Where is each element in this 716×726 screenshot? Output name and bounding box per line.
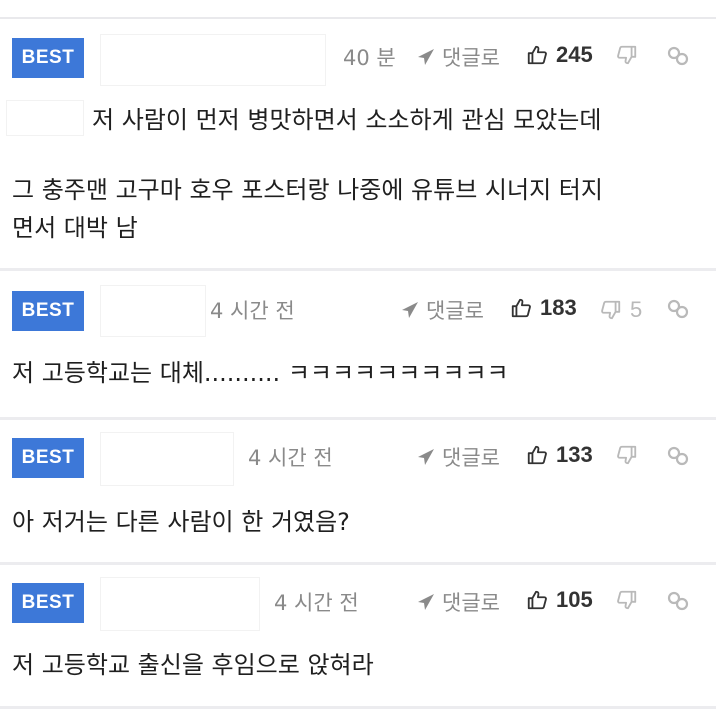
- link-icon[interactable]: [666, 444, 690, 468]
- link-icon[interactable]: [666, 297, 690, 321]
- comment-time: 4 시간 전: [248, 446, 333, 470]
- comment-text-line: 그 충주맨 고구마 호우 포스터랑 나중에 유튜브 시너지 터지: [12, 176, 603, 204]
- like-count: 133: [556, 442, 593, 467]
- best-badge: BEST: [12, 291, 84, 331]
- reply-label: 댓글로: [442, 46, 500, 70]
- reply-label: 댓글로: [442, 591, 500, 615]
- dislike-button[interactable]: [616, 444, 646, 466]
- reply-arrow-icon: [418, 594, 434, 610]
- author-name-redacted: [100, 432, 234, 486]
- thumbs-down-icon: [617, 445, 637, 465]
- like-button[interactable]: 133: [526, 442, 593, 468]
- comment-item: BEST 4 시간 전 댓글로 183 5 저 고등학교는 대체........…: [0, 271, 716, 417]
- comment-time: 4 시간 전: [210, 299, 295, 323]
- dislike-button[interactable]: 5: [600, 297, 642, 323]
- author-name-redacted: [100, 577, 260, 631]
- reply-label: 댓글로: [442, 446, 500, 470]
- comment-time: 40 분: [343, 46, 396, 70]
- link-icon[interactable]: [666, 44, 690, 68]
- like-button[interactable]: 105: [526, 587, 593, 613]
- thumbs-down-icon: [617, 45, 637, 65]
- reply-arrow-icon: [418, 49, 434, 65]
- thumbs-up-icon: [527, 590, 547, 610]
- top-divider: [0, 17, 716, 19]
- link-icon[interactable]: [666, 589, 690, 613]
- reply-button[interactable]: 댓글로: [416, 442, 500, 472]
- comment-text-line: 아 저거는 다른 사람이 한 거였음?: [12, 508, 350, 536]
- comment-time: 4 시간 전: [274, 591, 359, 615]
- author-name-redacted: [100, 285, 206, 337]
- comment-text-line: 저 고등학교 출신을 후임으로 앉혀라: [12, 651, 374, 679]
- dislike-count: 5: [630, 297, 643, 322]
- dislike-button[interactable]: [616, 44, 646, 66]
- thumbs-up-icon: [511, 298, 531, 318]
- thumbs-down-icon: [601, 300, 621, 320]
- reply-button[interactable]: 댓글로: [416, 587, 500, 617]
- comment-item: BEST 4 시간 전 댓글로 105 저 고등학교 출신을 후임으로 앉혀라: [0, 565, 716, 705]
- best-badge: BEST: [12, 438, 84, 478]
- best-badge: BEST: [12, 583, 84, 623]
- thumbs-up-icon: [527, 45, 547, 65]
- thumbs-down-icon: [617, 590, 637, 610]
- like-count: 105: [556, 587, 593, 612]
- reply-arrow-icon: [418, 449, 434, 465]
- reply-label: 댓글로: [426, 299, 484, 323]
- mention-redacted: [6, 100, 84, 136]
- like-count: 183: [540, 295, 577, 320]
- reply-button[interactable]: 댓글로: [400, 295, 484, 325]
- comment-text-line: 저 고등학교는 대체.......... ㅋㅋㅋㅋㅋㅋㅋㅋㅋㅋ: [12, 359, 509, 387]
- dislike-button[interactable]: [616, 589, 646, 611]
- author-name-redacted: [100, 34, 326, 86]
- comment-text-line: 저 사람이 먼저 병맛하면서 소소하게 관심 모았는데: [92, 106, 602, 134]
- comment-item: BEST 40 분 댓글로 245 저 사람이 먼저 병맛하면서 소소하게 관심…: [0, 20, 716, 268]
- comment-divider: [0, 706, 716, 709]
- like-button[interactable]: 183: [510, 295, 577, 321]
- reply-arrow-icon: [402, 302, 418, 318]
- like-count: 245: [556, 42, 593, 67]
- reply-button[interactable]: 댓글로: [416, 42, 500, 72]
- comment-text-line: 면서 대박 남: [12, 214, 138, 242]
- thumbs-up-icon: [527, 445, 547, 465]
- best-badge: BEST: [12, 38, 84, 78]
- like-button[interactable]: 245: [526, 42, 593, 68]
- comment-item: BEST 4 시간 전 댓글로 133 아 저거는 다른 사람이 한 거였음?: [0, 420, 716, 562]
